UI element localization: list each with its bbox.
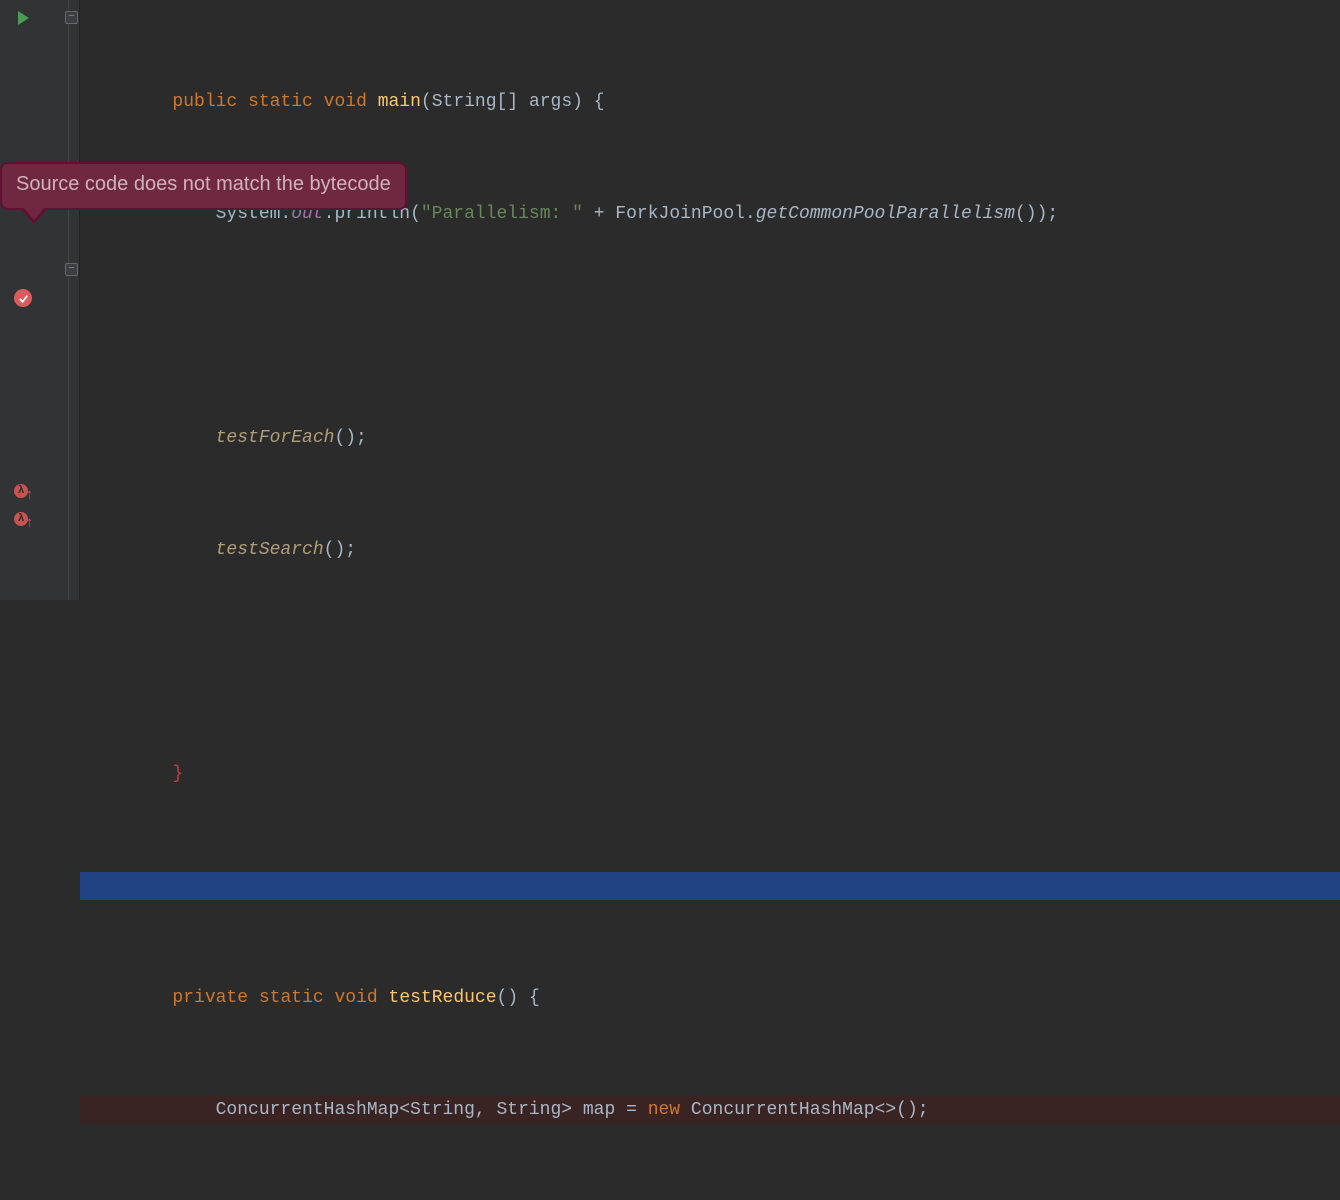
gutter-row: λ↑ [0, 480, 79, 508]
static-call: getCommonPoolParallelism [756, 204, 1015, 224]
gutter-row: − [0, 256, 79, 284]
keyword: static [248, 92, 313, 112]
code-line: private static void testReduce() { [80, 984, 1340, 1012]
editor-gutter: − − λ↑ λ↑ [0, 0, 80, 600]
breakpoint-line: ConcurrentHashMap<String, String> map = … [80, 1096, 1340, 1124]
code-line-blank [80, 312, 1340, 340]
keyword: private [172, 988, 248, 1008]
keyword: public [172, 92, 237, 112]
keyword: void [324, 92, 367, 112]
keyword: new [648, 1100, 680, 1120]
gutter-row [0, 284, 79, 312]
lambda-exit-icon[interactable]: λ↑ [14, 484, 34, 504]
punct: ()); [1015, 204, 1058, 224]
fold-minus-glyph: − [68, 264, 75, 275]
code-line: } [80, 760, 1340, 788]
method-call: testSearch [216, 540, 324, 560]
breakpoint-icon[interactable] [14, 289, 32, 307]
punct: (); [324, 540, 356, 560]
error-brace: } [172, 764, 183, 784]
constructor: ConcurrentHashMap<>(); [680, 1100, 928, 1120]
operator: + ForkJoinPool. [583, 204, 756, 224]
params: (String[] args) { [421, 92, 605, 112]
code-line-blank [80, 648, 1340, 676]
run-icon[interactable] [18, 11, 29, 25]
code-area[interactable]: public static void main(String[] args) {… [80, 0, 1340, 600]
method-call: testForEach [216, 428, 335, 448]
punct: (); [334, 428, 366, 448]
punct: () { [497, 988, 540, 1008]
tooltip-text: Source code does not match the bytecode [16, 173, 391, 195]
code-line: testForEach(); [80, 424, 1340, 452]
fold-minus-glyph: − [68, 12, 75, 23]
execution-line [80, 872, 1340, 900]
string-literal: "Parallelism: " [421, 204, 583, 224]
fold-toggle-icon[interactable]: − [65, 263, 78, 276]
gutter-row: − [0, 4, 79, 32]
gutter-row: λ↑ [0, 508, 79, 536]
code-line: testSearch(); [80, 536, 1340, 564]
declaration: ConcurrentHashMap<String, String> map = [216, 1100, 648, 1120]
keyword: static [259, 988, 324, 1008]
fold-toggle-icon[interactable]: − [65, 11, 78, 24]
method-name: testReduce [389, 988, 497, 1008]
code-editor: − − λ↑ λ↑ public static void main(String… [0, 0, 1340, 600]
method-name: main [378, 92, 421, 112]
warning-tooltip: Source code does not match the bytecode [0, 162, 407, 210]
code-line: public static void main(String[] args) { [80, 88, 1340, 116]
lambda-exit-icon[interactable]: λ↑ [14, 512, 34, 532]
keyword: void [334, 988, 377, 1008]
